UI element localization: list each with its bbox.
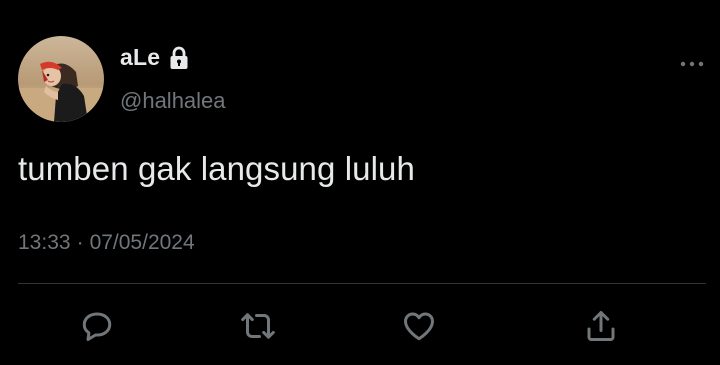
tweet-text: tumben gak langsung luluh xyxy=(18,150,415,187)
retweet-button[interactable] xyxy=(238,306,278,346)
divider xyxy=(18,283,706,284)
share-button[interactable] xyxy=(581,306,621,346)
author-handle[interactable]: @halhalea xyxy=(120,88,226,114)
avatar-image xyxy=(18,36,104,122)
like-icon xyxy=(404,312,434,341)
tweet-time: 13:33 xyxy=(18,231,71,254)
more-icon xyxy=(680,61,704,67)
share-icon xyxy=(587,311,615,341)
display-name-text[interactable]: aLe xyxy=(120,44,160,71)
lock-icon xyxy=(168,46,190,70)
author-display-name[interactable]: aLe xyxy=(120,44,190,71)
reply-icon xyxy=(82,312,112,341)
retweet-icon xyxy=(241,313,275,339)
like-button[interactable] xyxy=(399,306,439,346)
tweet-date: 07/05/2024 xyxy=(89,231,195,254)
timestamp-separator: · xyxy=(76,231,84,254)
more-options-button[interactable] xyxy=(678,52,706,76)
reply-button[interactable] xyxy=(77,306,117,346)
avatar[interactable] xyxy=(18,36,104,122)
tweet-timestamp[interactable]: 13:33 · 07/05/2024 xyxy=(18,231,195,255)
